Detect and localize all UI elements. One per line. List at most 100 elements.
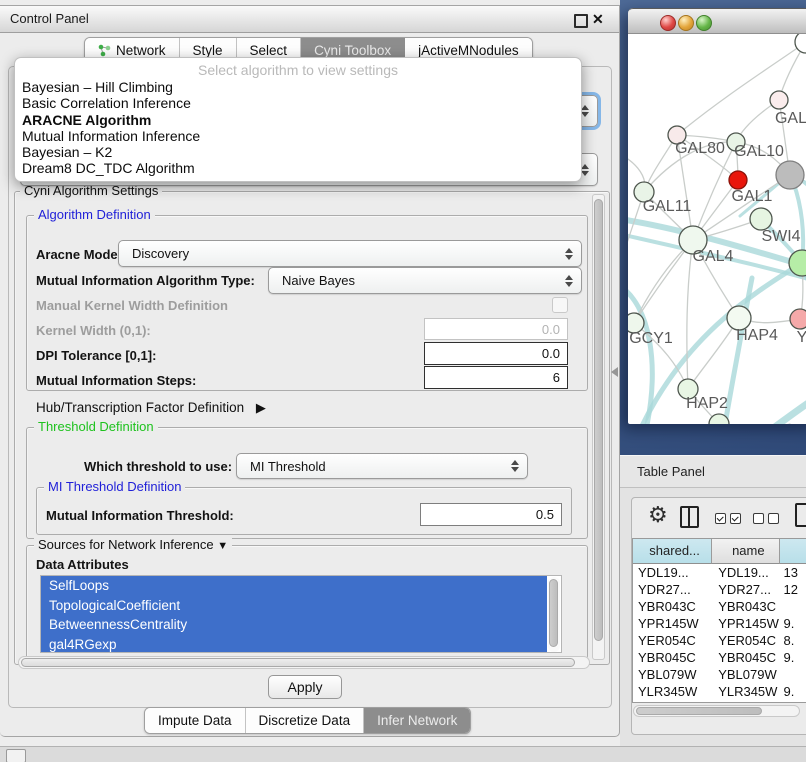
network-node[interactable] xyxy=(776,161,804,189)
mi-steps-label: Mutual Information Steps: xyxy=(36,373,196,388)
aracne-mode-combobox[interactable]: Discovery xyxy=(118,240,582,267)
table-row[interactable]: YBL079WYBL079W xyxy=(633,666,806,683)
mi-threshold-label: Mutual Information Threshold: xyxy=(46,508,234,523)
settings-vertical-scrollbar[interactable] xyxy=(592,194,605,660)
table-cell: 13 xyxy=(780,564,806,581)
sources-group-title[interactable]: Sources for Network Inference ▼ xyxy=(34,538,232,553)
mi-type-value: Naive Bayes xyxy=(282,273,355,288)
column-header-shared-[interactable]: shared... xyxy=(633,539,712,564)
table-cell: YBL079W xyxy=(712,666,779,683)
network-node-swi4[interactable] xyxy=(750,208,772,230)
network-node-gal1[interactable] xyxy=(729,171,747,189)
float-window-button[interactable] xyxy=(574,14,588,28)
table-panel-title: Table Panel xyxy=(637,455,705,488)
table-horizontal-scrollbar[interactable] xyxy=(633,705,800,717)
table-row[interactable]: YBR045CYBR045C9. xyxy=(633,649,806,666)
control-panel-titlebar[interactable] xyxy=(0,6,619,33)
node-label: GAL4 xyxy=(693,248,734,265)
tab-infer-network[interactable]: Infer Network xyxy=(364,708,470,733)
mi-threshold-field[interactable]: 0.5 xyxy=(420,503,562,526)
mi-type-label: Mutual Information Algorithm Type: xyxy=(36,273,255,288)
close-icon[interactable]: ✕ xyxy=(592,10,604,28)
tab-label: jActiveMNodules xyxy=(418,43,519,58)
table-cell: YBL079W xyxy=(633,666,712,683)
network-window-titlebar[interactable] xyxy=(628,8,806,34)
algorithm-option-dream8-dc-tdc-algorithm[interactable]: Dream8 DC_TDC Algorithm xyxy=(15,160,581,176)
settings-horizontal-scrollbar[interactable] xyxy=(18,656,590,669)
disclosure-right-icon[interactable]: ▶ xyxy=(256,400,266,415)
attributes-scrollbar[interactable] xyxy=(548,577,560,652)
attribute-item-topologicalcoefficient[interactable]: TopologicalCoefficient xyxy=(41,596,547,616)
table-cell: YBR045C xyxy=(712,649,779,666)
node-label: GAL1 xyxy=(732,188,773,205)
table-row[interactable]: YER054CYER054C8. xyxy=(633,632,806,649)
splitter-collapse-icon[interactable] xyxy=(611,367,618,377)
dpi-tolerance-field[interactable]: 0.0 xyxy=(424,342,568,365)
attribute-item-betweennesscentrality[interactable]: BetweennessCentrality xyxy=(41,615,547,635)
table-row[interactable]: YBR043CYBR043C xyxy=(633,598,806,615)
table-row[interactable]: YPR145WYPR145W9. xyxy=(633,615,806,632)
columns-icon[interactable] xyxy=(680,506,699,528)
table-horizontal-scrollbar-thumb[interactable] xyxy=(636,707,762,715)
table-cell: YDR27... xyxy=(633,581,712,598)
algorithm-option-bayesian-hill-climbing[interactable]: Bayesian – Hill Climbing xyxy=(15,79,581,95)
network-edge xyxy=(724,278,752,424)
attributes-scrollbar-thumb[interactable] xyxy=(549,579,558,647)
algorithm-option-bayesian-k2[interactable]: Bayesian – K2 xyxy=(15,144,581,160)
tab-label: Network xyxy=(116,43,166,58)
attribute-item-selfloops[interactable]: SelfLoops xyxy=(41,576,547,596)
attribute-item-gal4rgexp[interactable]: gal4RGexp xyxy=(41,635,547,654)
traffic-light-zoom-icon[interactable] xyxy=(696,15,712,31)
node-label: GAL80 xyxy=(675,140,725,157)
table-row[interactable]: YLR345WYLR345W9. xyxy=(633,683,806,700)
threshold-definition-title: Threshold Definition xyxy=(34,420,158,434)
network-node-y[interactable] xyxy=(790,309,806,329)
combo-arrows-icon xyxy=(581,105,589,117)
network-canvas[interactable]: GALGAL80GAL10GAL1GAL11SWI4GAL4GCY1HAP4YH… xyxy=(628,34,806,424)
kernel-width-label: Kernel Width (0,1): xyxy=(36,323,151,338)
kernel-width-field[interactable]: 0.0 xyxy=(424,318,568,340)
attribute-table: shared...name YDL19...YDL19...13YDR27...… xyxy=(632,538,806,703)
settings-vertical-scrollbar-thumb[interactable] xyxy=(594,199,603,641)
table-row[interactable]: YDR27...YDR27...12 xyxy=(633,581,806,598)
document-icon[interactable] xyxy=(795,503,806,527)
network-edge xyxy=(628,192,644,264)
aracne-mode-label: Aracne Mode: xyxy=(36,247,122,262)
tab-discretize-data[interactable]: Discretize Data xyxy=(246,708,365,733)
traffic-light-close-icon[interactable] xyxy=(660,15,676,31)
table-row[interactable]: YIL052CYIL052C9 xyxy=(633,700,806,703)
select-all-checkboxes-icon[interactable] xyxy=(715,511,745,529)
mi-type-combobox[interactable]: Naive Bayes xyxy=(268,267,582,294)
table-cell: YBR043C xyxy=(633,598,712,615)
algorithm-option-basic-correlation-inference[interactable]: Basic Correlation Inference xyxy=(15,95,581,111)
column-header-name[interactable]: name xyxy=(712,539,779,564)
combo-arrows-icon xyxy=(581,164,589,176)
table-row[interactable]: YDL19...YDL19...13 xyxy=(633,564,806,581)
node-label: SWI4 xyxy=(761,228,800,245)
algorithm-option-mutual-information-inference[interactable]: Mutual Information Inference xyxy=(15,128,581,144)
control-panel-window: Control Panel ✕ NetworkStyleSelectCyni T… xyxy=(0,5,620,737)
algorithm-option-aracne-algorithm[interactable]: ARACNE Algorithm xyxy=(15,112,581,128)
apply-button[interactable]: Apply xyxy=(268,675,342,699)
combo-arrows-icon xyxy=(565,275,573,287)
network-node-gal[interactable] xyxy=(770,91,788,109)
table-cell: YBR043C xyxy=(712,598,779,615)
tab-impute-data[interactable]: Impute Data xyxy=(145,708,246,733)
deselect-all-checkboxes-icon[interactable] xyxy=(753,511,783,529)
hub-definition-toggle[interactable]: Hub/Transcription Factor Definition ▶ xyxy=(36,400,266,416)
settings-horizontal-scrollbar-thumb[interactable] xyxy=(21,658,575,667)
data-attributes-list[interactable]: SelfLoopsTopologicalCoefficientBetweenne… xyxy=(40,575,562,653)
traffic-light-minimize-icon[interactable] xyxy=(678,15,694,31)
disclosure-down-icon[interactable]: ▼ xyxy=(217,540,228,552)
column-header-2[interactable] xyxy=(780,539,806,564)
bottom-left-mini-button[interactable] xyxy=(6,749,26,762)
manual-kernel-label: Manual Kernel Width Definition xyxy=(36,298,228,313)
table-cell: YBR045C xyxy=(633,649,712,666)
manual-kernel-checkbox[interactable] xyxy=(552,297,568,313)
table-cell: YDL19... xyxy=(633,564,712,581)
mi-steps-field[interactable]: 6 xyxy=(424,366,568,389)
dpi-tolerance-label: DPI Tolerance [0,1]: xyxy=(36,348,156,363)
gear-icon[interactable]: ⚙ xyxy=(648,504,668,526)
which-threshold-combobox[interactable]: MI Threshold xyxy=(236,453,528,479)
network-node[interactable] xyxy=(795,34,806,53)
